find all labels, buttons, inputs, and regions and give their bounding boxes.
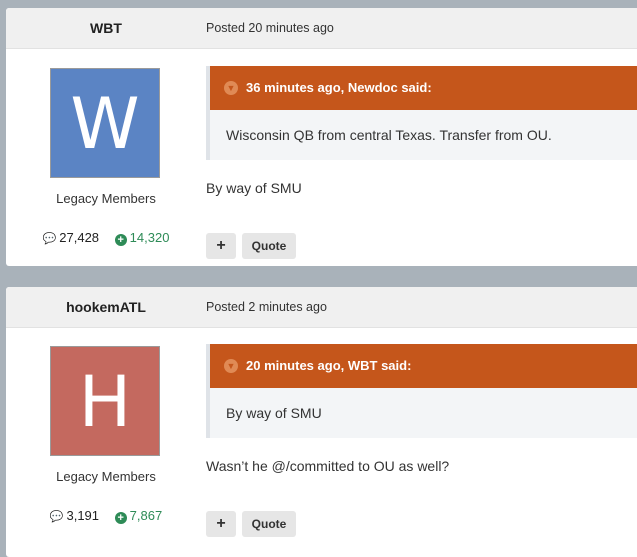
avatar-letter: W bbox=[70, 83, 140, 165]
forum-post: WBT Posted 20 minutes ago W Legacy Membe… bbox=[6, 8, 637, 266]
author-stats: 💬 27,428 +14,320 bbox=[6, 230, 206, 246]
quote-citation: 36 minutes ago, Newdoc said: bbox=[246, 80, 432, 95]
post-body: By way of SMU bbox=[206, 180, 302, 196]
quote-header[interactable]: ▼ 36 minutes ago, Newdoc said: bbox=[210, 66, 637, 110]
quote-text: Wisconsin QB from central Texas. Transfe… bbox=[226, 127, 552, 143]
quote-block: ▼ 36 minutes ago, Newdoc said: Wisconsin … bbox=[206, 66, 637, 160]
member-group: Legacy Members bbox=[56, 469, 156, 484]
react-button[interactable]: + bbox=[206, 511, 236, 537]
comment-icon: 💬 bbox=[42, 233, 57, 245]
author-stats: 💬 3,191 +7,867 bbox=[6, 508, 206, 524]
post-timestamp[interactable]: Posted 2 minutes ago bbox=[206, 287, 327, 327]
author-name[interactable]: WBT bbox=[6, 8, 206, 48]
quote-citation: 20 minutes ago, WBT said: bbox=[246, 358, 412, 373]
plus-circle-icon: + bbox=[114, 512, 127, 524]
quote-block: ▼ 20 minutes ago, WBT said: By way of SMU bbox=[206, 344, 637, 438]
author-name[interactable]: hookemATL bbox=[6, 287, 206, 327]
chevron-down-icon[interactable]: ▼ bbox=[224, 80, 238, 95]
forum-post: hookemATL Posted 2 minutes ago H Legacy … bbox=[6, 287, 637, 557]
react-button[interactable]: + bbox=[206, 233, 236, 259]
post-count: 27,428 bbox=[59, 230, 100, 245]
quote-header[interactable]: ▼ 20 minutes ago, WBT said: bbox=[210, 344, 637, 388]
reputation-count: 14,320 bbox=[129, 230, 170, 245]
reputation: +7,867 bbox=[114, 508, 163, 524]
avatar[interactable]: W bbox=[50, 68, 160, 178]
avatar[interactable]: H bbox=[50, 346, 160, 456]
quote-button[interactable]: Quote bbox=[242, 511, 296, 537]
reputation: +14,320 bbox=[114, 230, 170, 246]
post-count: 3,191 bbox=[66, 508, 100, 523]
post-header: WBT Posted 20 minutes ago bbox=[6, 8, 637, 49]
post-header: hookemATL Posted 2 minutes ago bbox=[6, 287, 637, 328]
post-timestamp[interactable]: Posted 20 minutes ago bbox=[206, 8, 334, 48]
reputation-count: 7,867 bbox=[129, 508, 163, 523]
plus-circle-icon: + bbox=[114, 234, 127, 246]
member-group: Legacy Members bbox=[56, 191, 156, 206]
post-body: Wasn’t he @/committed to OU as well? bbox=[206, 458, 450, 474]
comment-icon: 💬 bbox=[49, 511, 64, 523]
quote-button[interactable]: Quote bbox=[242, 233, 296, 259]
quote-text: By way of SMU bbox=[226, 405, 322, 421]
chevron-down-icon[interactable]: ▼ bbox=[224, 358, 238, 373]
avatar-letter: H bbox=[78, 361, 132, 443]
